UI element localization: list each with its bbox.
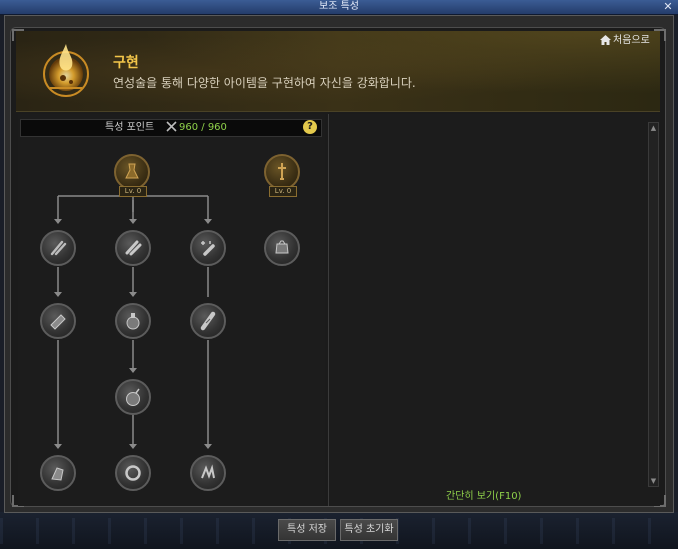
fist-scroll-icon — [50, 314, 66, 330]
talent-node[interactable] — [190, 230, 226, 266]
sparkle-tube-icon — [201, 241, 215, 256]
bandage-icon — [200, 311, 216, 331]
talent-node-sword[interactable] — [264, 154, 300, 190]
talent-node[interactable] — [115, 303, 151, 339]
alchemy-flask-icon — [125, 163, 139, 179]
node-level-badge: Lv. 0 — [269, 186, 297, 197]
save-talents-button[interactable]: 특성 저장 — [278, 519, 336, 541]
talent-node[interactable] — [115, 230, 151, 266]
talent-node[interactable] — [40, 455, 76, 491]
gauntlet-icon — [51, 467, 64, 481]
talent-node[interactable] — [115, 379, 151, 415]
talent-node[interactable] — [115, 455, 151, 491]
pouch-icon — [275, 240, 289, 254]
tree-connectors — [54, 195, 212, 449]
reset-talents-button[interactable]: 특성 초기화 — [340, 519, 398, 541]
ring-icon — [125, 465, 141, 481]
talent-node[interactable] — [190, 303, 226, 339]
node-level-badge: Lv. 0 — [119, 186, 147, 197]
bomb-icon — [126, 388, 140, 406]
talent-node-alchemy[interactable] — [114, 154, 150, 190]
scroll-roll-icon — [125, 240, 142, 256]
potion-icon — [126, 313, 140, 330]
claw-icon — [201, 464, 215, 479]
talent-node[interactable] — [40, 303, 76, 339]
sword-emblem-icon — [278, 163, 286, 180]
talent-node[interactable] — [40, 230, 76, 266]
talent-node[interactable] — [190, 455, 226, 491]
dagger-swap-icon — [50, 240, 67, 256]
talent-node[interactable] — [264, 230, 300, 266]
